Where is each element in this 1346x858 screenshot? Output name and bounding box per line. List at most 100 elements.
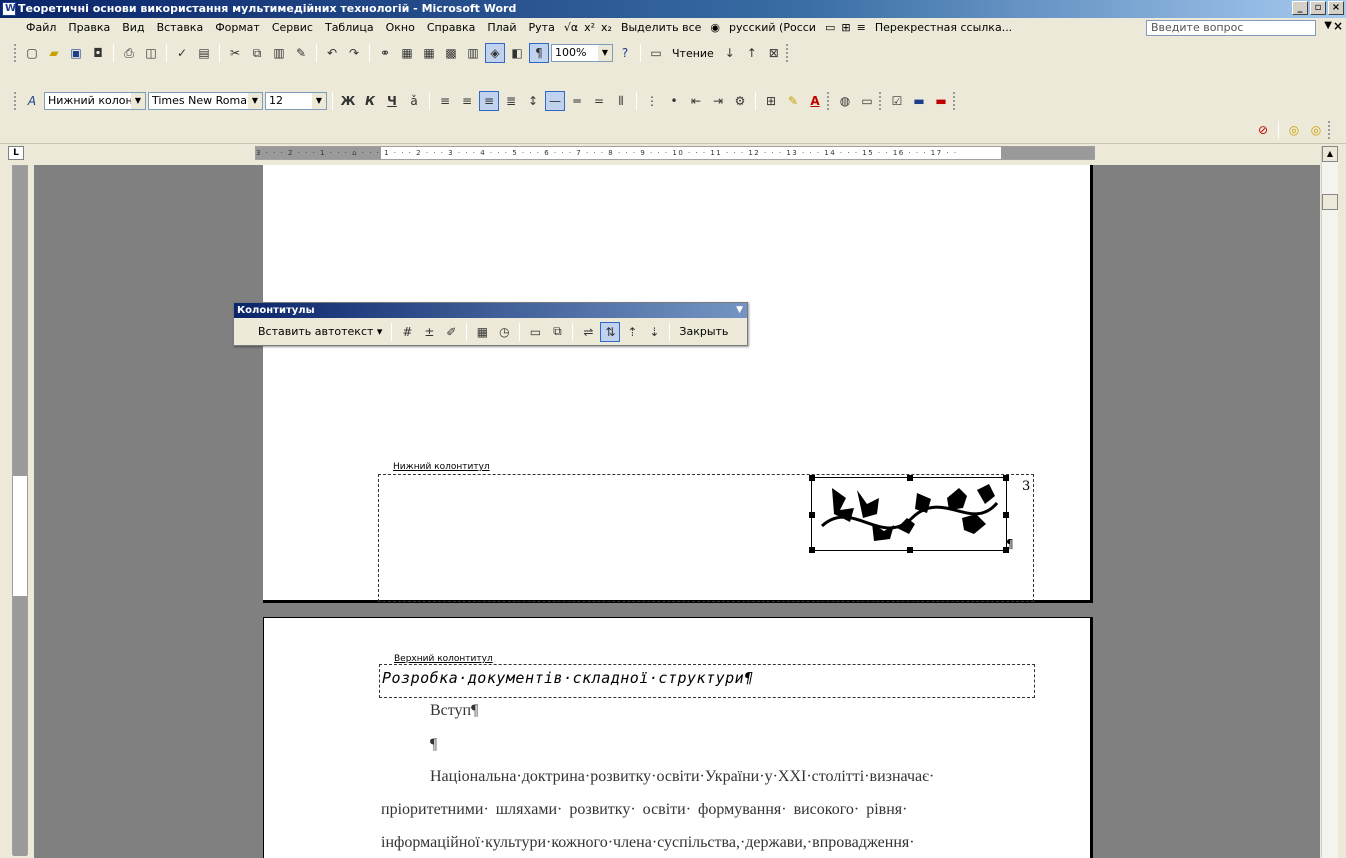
insert-time-icon[interactable]: ◷ — [494, 322, 514, 342]
char-scale-icon[interactable]: ǎ — [404, 91, 424, 111]
borders-icon[interactable]: ⊞ — [761, 91, 781, 111]
menu-cross-reference[interactable]: Перекрестная ссылка... — [869, 18, 1018, 38]
zoom-select[interactable]: 100% ▼ — [551, 44, 613, 62]
open-icon[interactable]: ▰ — [44, 43, 64, 63]
form-icon[interactable]: ⊠ — [764, 43, 784, 63]
flag-red-icon[interactable]: ▬ — [931, 91, 951, 111]
header-footer-toolbar[interactable]: Колонтитулы ▼ Вставить автотекст ▾ # ± ✐… — [233, 302, 748, 346]
help-search-input[interactable]: Введите вопрос — [1146, 20, 1316, 36]
menu-format[interactable]: Формат — [209, 18, 266, 38]
header-text[interactable]: Розробка·документів·складної·структури¶ — [382, 669, 754, 687]
menu-table[interactable]: Таблица — [319, 18, 380, 38]
tables-borders-icon[interactable]: ▦ — [397, 43, 417, 63]
scroll-thumb[interactable] — [1322, 194, 1338, 210]
sort-ascending-icon[interactable]: ↓ — [720, 43, 740, 63]
research-icon[interactable]: ▤ — [194, 43, 214, 63]
print-icon[interactable]: ⎙ — [119, 43, 139, 63]
vertical-scrollbar[interactable]: ▲ — [1321, 146, 1338, 858]
toolbar-grip[interactable] — [14, 44, 17, 62]
hyperlink-icon[interactable]: ⚭ — [375, 43, 395, 63]
style-select[interactable]: Нижний колонти ▼ — [44, 92, 146, 110]
toolbar-grip[interactable] — [827, 92, 830, 110]
redo-icon[interactable]: ↷ — [344, 43, 364, 63]
toolbar-grip[interactable] — [953, 92, 956, 110]
document-close-icon[interactable]: × — [1333, 19, 1343, 33]
show-next-icon[interactable]: ⇣ — [644, 322, 664, 342]
scroll-up-icon[interactable]: ▲ — [1322, 146, 1338, 162]
language-select[interactable]: русский (Росси — [723, 18, 822, 38]
insert-page-count-icon[interactable]: ± — [419, 322, 439, 342]
page-setup-icon[interactable]: ▭ — [525, 322, 545, 342]
menu-select-all[interactable]: Выделить все — [615, 18, 707, 38]
text-direction-icon[interactable]: ⫴ — [611, 91, 631, 111]
paragraph-line-2[interactable]: пріоритетними· шляхами· розвитку· освіти… — [381, 801, 907, 819]
word-app-icon[interactable] — [2, 0, 16, 18]
paragraph-intro[interactable]: Вступ¶ — [430, 702, 478, 720]
increase-indent-icon[interactable]: ⇥ — [708, 91, 728, 111]
decrease-indent-icon[interactable]: ⇤ — [686, 91, 706, 111]
italic-icon[interactable]: К — [360, 91, 380, 111]
menu-ruta[interactable]: Рута — [523, 18, 561, 38]
header-footer-toolbar-title[interactable]: Колонтитулы ▼ — [234, 303, 747, 318]
spelling-icon[interactable]: ✓ — [172, 43, 192, 63]
styles-icon[interactable]: A — [22, 91, 42, 111]
bold-icon[interactable]: Ж — [338, 91, 358, 111]
underline-icon[interactable]: Ч — [382, 91, 402, 111]
document-area[interactable]: Нижний колонтитул 3 ¶ Верхний колонтитул… — [34, 165, 1320, 858]
help-dropdown-icon[interactable]: ▼ — [1324, 20, 1332, 31]
menu-help[interactable]: Справка — [421, 18, 481, 38]
toolbar-grip[interactable] — [1328, 121, 1331, 139]
font-select[interactable]: Times New Roman ▼ — [148, 92, 263, 110]
bullets-icon[interactable]: • — [664, 91, 684, 111]
save-icon[interactable]: ▣ — [66, 43, 86, 63]
font-color-icon[interactable]: A — [805, 91, 825, 111]
page-current[interactable]: Верхний колонтитул Розробка·документів·с… — [263, 617, 1093, 858]
menu-edit[interactable]: Правка — [62, 18, 116, 38]
menu-tools[interactable]: Сервис — [266, 18, 319, 38]
toolbar-grip[interactable] — [879, 92, 882, 110]
maximize-button[interactable]: ▫ — [1310, 1, 1326, 15]
font-size-select[interactable]: 12 ▼ — [265, 92, 327, 110]
flag-icon[interactable]: ▬ — [909, 91, 929, 111]
horizontal-ruler[interactable]: 3 · · · 2 · · · 1 · · · ⌂ · · · 1 · · · … — [255, 146, 1095, 160]
switch-header-footer-icon[interactable]: ⇅ — [600, 321, 621, 342]
sort-descending-icon[interactable]: ↑ — [742, 43, 762, 63]
show-hide-icon[interactable]: ¶ — [529, 43, 549, 63]
find-icon[interactable]: ⊞ — [838, 18, 853, 38]
insert-page-number-icon[interactable]: # — [397, 322, 417, 342]
menu-insert[interactable]: Вставка — [151, 18, 210, 38]
lines-icon[interactable]: ≡ — [854, 18, 869, 38]
undo-icon[interactable]: ↶ — [322, 43, 342, 63]
show-previous-icon[interactable]: ⇡ — [622, 322, 642, 342]
toolbar-options-icon[interactable]: ▼ — [736, 303, 743, 318]
format-painter-icon[interactable]: ✎ — [291, 43, 311, 63]
close-header-footer-button[interactable]: Закрыть — [675, 325, 732, 338]
print-preview-icon[interactable]: ◫ — [141, 43, 161, 63]
minimize-button[interactable]: _ — [1292, 1, 1308, 15]
line-spacing-icon[interactable]: ↕ — [523, 91, 543, 111]
superscript-icon[interactable]: x² — [581, 18, 598, 38]
gears-icon[interactable]: ⚙ — [730, 91, 750, 111]
subscript-icon[interactable]: x₂ — [598, 18, 615, 38]
vertical-ruler[interactable] — [12, 165, 28, 856]
paragraph-line-3[interactable]: інформаційної·культури·кожного·члена·сус… — [381, 834, 915, 852]
border-line-icon[interactable]: — — [545, 91, 565, 111]
align-left-icon[interactable]: ≡ — [435, 91, 455, 111]
insert-autotext-button[interactable]: Вставить автотекст ▾ — [254, 325, 386, 338]
format-page-number-icon[interactable]: ✐ — [441, 322, 461, 342]
numbering-icon[interactable]: ⋮ — [642, 91, 662, 111]
document-map-icon[interactable]: ◧ — [507, 43, 527, 63]
align-center-icon[interactable]: ≡ — [457, 91, 477, 111]
permission-icon[interactable]: ◘ — [88, 43, 108, 63]
insert-date-icon[interactable]: ▦ — [472, 322, 492, 342]
toolbar-grip[interactable] — [14, 92, 17, 110]
highlight-icon[interactable]: ✎ — [783, 91, 803, 111]
frame-icon[interactable]: ▭ — [857, 91, 877, 111]
translate-icon[interactable]: ◎ — [1284, 120, 1304, 140]
insert-excel-icon[interactable]: ▩ — [441, 43, 461, 63]
ornament-image[interactable] — [809, 475, 1009, 553]
double-line-icon[interactable]: ═ — [567, 91, 587, 111]
align-right-icon[interactable]: ≡ — [479, 91, 499, 111]
paragraph-line-1[interactable]: Національна·доктрина·розвитку·освіти·Укр… — [430, 768, 934, 786]
insert-table-icon[interactable]: ▦ — [419, 43, 439, 63]
